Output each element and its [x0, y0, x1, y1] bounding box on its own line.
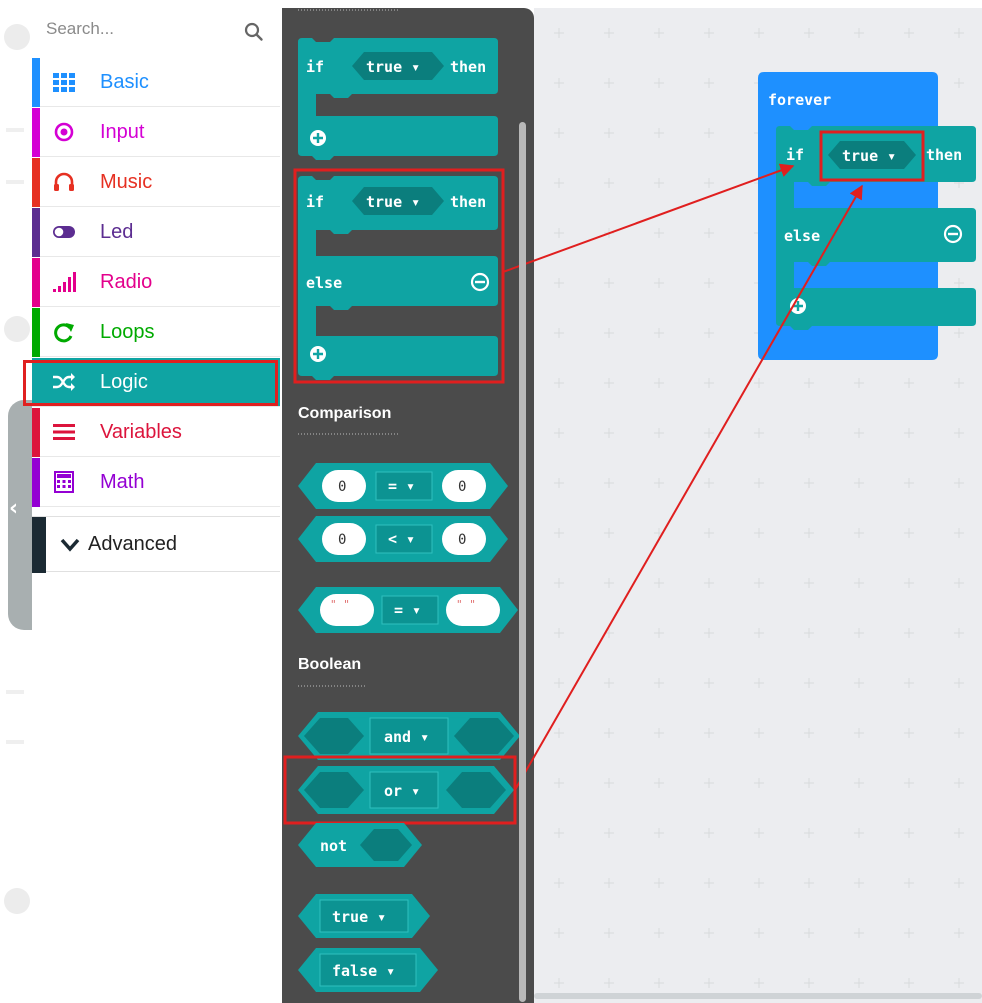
boolean-value: true ▾: [332, 908, 386, 926]
operator-label: or ▾: [384, 782, 420, 800]
text-value: " ": [330, 598, 350, 611]
operator-label: = ▾: [388, 477, 415, 495]
workspace-if-else-block[interactable]: if true ▾ then else: [776, 126, 976, 330]
operator-label: = ▾: [394, 601, 421, 619]
flyout-scrollbar[interactable]: [519, 122, 526, 1002]
not-block[interactable]: not: [298, 823, 422, 867]
condition-dropdown[interactable]: true ▾: [366, 58, 420, 76]
compare-less-block[interactable]: 0 < ▾ 0: [298, 516, 508, 562]
compare-string-block[interactable]: " " = ▾ " ": [298, 587, 518, 633]
then-label: then: [926, 146, 962, 164]
annotation-arrow: [502, 163, 795, 273]
condition-dropdown[interactable]: true ▾: [366, 193, 420, 211]
text-value: " ": [456, 598, 476, 611]
condition-dropdown[interactable]: true ▾: [842, 147, 896, 165]
if-label: if: [786, 146, 804, 164]
if-label: if: [306, 58, 324, 76]
if-then-block[interactable]: if true ▾ then: [298, 38, 498, 160]
blocks-overlay: if true ▾ then if true ▾ then else Compa…: [283, 9, 976, 992]
boolean-value: false ▾: [332, 962, 395, 980]
number-value: 0: [338, 479, 346, 495]
else-label: else: [784, 227, 820, 245]
boolean-heading: Boolean: [298, 656, 361, 673]
and-block[interactable]: and ▾: [298, 712, 520, 760]
operator-label: < ▾: [388, 530, 415, 548]
comparison-heading: Comparison: [298, 405, 391, 422]
else-label: else: [306, 274, 342, 292]
or-block[interactable]: or ▾: [298, 766, 514, 814]
if-label: if: [306, 193, 324, 211]
compare-equal-block[interactable]: 0 = ▾ 0: [298, 463, 508, 509]
number-value: 0: [458, 532, 466, 548]
annotation-arrow: [514, 184, 863, 791]
forever-label: forever: [768, 91, 831, 109]
then-label: then: [450, 58, 486, 76]
number-value: 0: [338, 532, 346, 548]
not-label: not: [320, 837, 347, 855]
operator-label: and ▾: [384, 728, 429, 746]
number-value: 0: [458, 479, 466, 495]
false-block[interactable]: false ▾: [298, 948, 438, 992]
if-then-else-block[interactable]: if true ▾ then else: [298, 176, 498, 380]
then-label: then: [450, 193, 486, 211]
true-block[interactable]: true ▾: [298, 894, 430, 938]
